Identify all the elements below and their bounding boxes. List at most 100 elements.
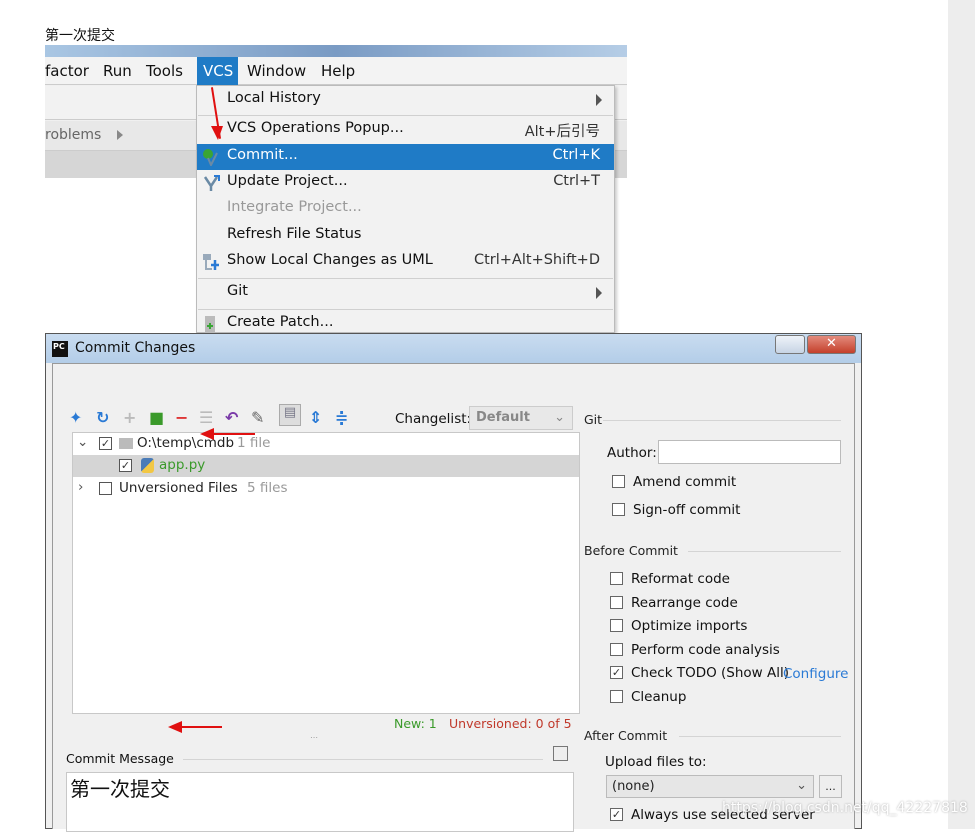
always-use-server-checkbox[interactable]: ✓ [610,808,623,821]
dialog-body: ✦ ↻ + ■ − ☰ ↶ ✎ ▤ ⇕ ≑ Changelist: Defaul… [52,363,855,832]
page-margin [948,0,975,829]
before-commit-header: Before Commit [584,543,678,558]
root-label: O:\temp\cmdb [137,435,235,451]
move-icon[interactable]: ■ [149,408,164,427]
remove-icon[interactable]: − [175,408,188,427]
group-icon[interactable]: ☰ [199,408,213,427]
changes-tree: ⌄ ✓ O:\temp\cmdb 1 file ✓ app.py › Unver… [72,432,580,714]
menu-vcs[interactable]: VCS [197,57,238,85]
annotation-arrowhead [211,126,223,140]
author-input[interactable] [658,440,841,464]
dialog-title: Commit Changes [75,340,196,356]
browse-servers-button[interactable]: ... [819,775,842,798]
menu-separator [198,115,613,116]
menu-separator [198,278,613,279]
menu-bar: factor Run Tools VCS Window Help [45,57,627,85]
menu-tools[interactable]: Tools [146,62,183,80]
optimize-imports-label: Optimize imports [631,618,748,634]
changelist-label: Changelist: [395,411,472,427]
reformat-code-checkbox[interactable] [610,572,623,585]
chevron-down-icon[interactable]: ⌄ [77,434,88,450]
dialog-title-bar: PC Commit Changes ✕ [46,334,861,363]
cleanup-label: Cleanup [631,689,687,705]
status-new: New: 1 [394,716,437,731]
signoff-commit-label: Sign-off commit [633,502,741,518]
git-section-header: Git [584,412,603,427]
rearrange-code-label: Rearrange code [631,595,738,611]
python-file-icon [141,458,154,473]
commit-message-label: Commit Message [66,751,174,766]
commit-changes-dialog: PC Commit Changes ✕ ✦ ↻ + ■ − ☰ ↶ ✎ ▤ ⇕ … [45,333,862,832]
menu-item-refresh-file-status[interactable]: Refresh File Status [197,223,614,249]
collapse-all-icon[interactable]: ≑ [335,408,348,427]
file-checkbox[interactable]: ✓ [119,459,132,472]
commit-message-textarea[interactable]: 第一次提交 [66,772,574,832]
menu-separator [198,309,613,310]
check-todo-checkbox[interactable]: ✓ [610,666,623,679]
rollback-icon[interactable]: ↶ [225,408,238,427]
submenu-arrow-icon [596,287,602,299]
update-icon [202,174,220,192]
folder-icon [119,438,133,449]
menu-item-vcs-operations[interactable]: VCS Operations Popup... Alt+后引号 [197,117,614,143]
root-count: 1 file [237,435,271,451]
rearrange-code-checkbox[interactable] [610,596,623,609]
menu-refactor[interactable]: factor [45,62,89,80]
optimize-imports-checkbox[interactable] [610,619,623,632]
amend-commit-label: Amend commit [633,474,737,490]
close-button[interactable]: ✕ [807,335,856,354]
chevron-right-icon[interactable]: › [78,479,83,495]
author-label: Author: [607,445,657,461]
divider [679,736,841,737]
menu-item-show-local-changes-uml[interactable]: Show Local Changes as UML Ctrl+Alt+Shift+… [197,249,614,275]
pycharm-logo-icon: PC [52,341,68,357]
restore-button[interactable] [775,335,805,354]
upload-server-dropdown[interactable]: (none) ⌄ [606,775,814,798]
tree-row-file[interactable]: ✓ app.py [73,455,579,477]
splitter-handle[interactable]: ⋯ [310,733,318,742]
signoff-commit-checkbox[interactable] [612,503,625,516]
unversioned-checkbox[interactable] [99,482,112,495]
message-history-icon[interactable] [553,746,568,761]
menu-help[interactable]: Help [321,62,355,80]
divider [183,759,543,760]
watermark-url: https://blog.csdn.net/qq_42227818 [722,800,968,816]
code-analysis-checkbox[interactable] [610,643,623,656]
menu-item-git[interactable]: Git [197,280,614,306]
page-heading: 第一次提交 [45,28,115,44]
menu-item-local-history[interactable]: Local History [197,87,614,113]
divider [688,551,841,552]
cleanup-checkbox[interactable] [610,690,623,703]
edit-source-icon[interactable]: ✎ [251,408,264,427]
commit-icon [202,148,220,168]
amend-commit-checkbox[interactable] [612,475,625,488]
refresh-icon[interactable]: ↻ [96,408,109,427]
vcs-menu: Local History VCS Operations Popup... Alt… [196,85,615,333]
tab-scroll-icon[interactable] [117,130,123,140]
menu-item-update-project[interactable]: Update Project... Ctrl+T [197,170,614,196]
tab-problems[interactable]: roblems [45,127,101,143]
expand-all-icon[interactable]: ⇕ [309,408,322,427]
root-checkbox[interactable]: ✓ [99,437,112,450]
after-commit-header: After Commit [584,728,668,743]
menu-item-integrate-project: Integrate Project... [227,199,362,215]
patch-icon [202,315,220,333]
group-by-directory-icon[interactable]: ▤ [279,404,301,426]
show-diff-icon[interactable]: ✦ [69,408,82,427]
changelist-dropdown[interactable]: Default ⌄ [469,406,573,430]
menu-window[interactable]: Window [247,62,306,80]
chevron-down-icon: ⌄ [796,778,807,793]
submenu-arrow-icon [596,94,602,106]
status-unversioned: Unversioned: 0 of 5 [449,716,572,731]
menu-item-commit[interactable]: Commit... Ctrl+K [197,144,614,170]
code-analysis-label: Perform code analysis [631,642,780,658]
annotation-arrowhead [200,428,214,440]
add-icon[interactable]: + [123,408,136,427]
configure-link[interactable]: Configure [783,666,848,682]
reformat-code-label: Reformat code [631,571,730,587]
menu-run[interactable]: Run [103,62,132,80]
annotation-arrowhead [168,721,182,733]
unversioned-count: 5 files [247,480,288,496]
tree-row-root[interactable]: ⌄ ✓ O:\temp\cmdb 1 file [73,433,579,455]
tree-row-unversioned[interactable]: › Unversioned Files 5 files [73,478,579,500]
